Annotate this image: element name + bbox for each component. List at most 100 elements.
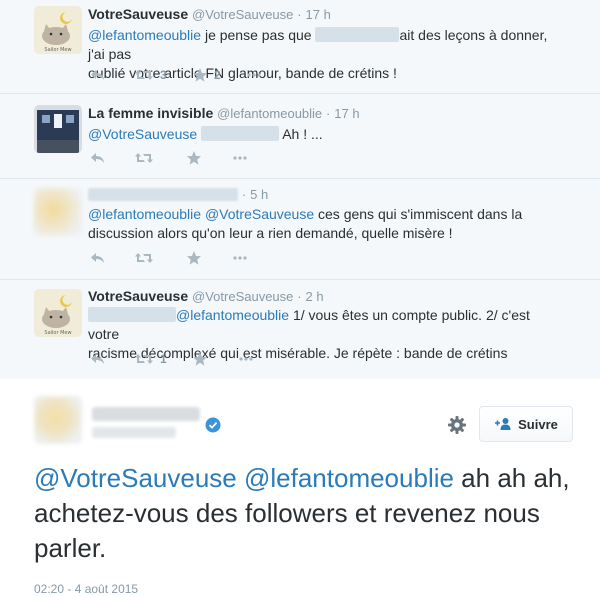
- redacted-text: [315, 27, 400, 42]
- retweet-icon: [134, 150, 154, 166]
- separator: ·: [326, 106, 331, 121]
- favorite-button[interactable]: [186, 250, 202, 266]
- separator: ·: [297, 289, 302, 304]
- user-name[interactable]: La femme invisible: [88, 105, 213, 121]
- mention-link[interactable]: @lefantomeoublie: [244, 463, 454, 493]
- more-icon: [246, 67, 262, 83]
- more-button[interactable]: [232, 150, 248, 166]
- reply-button[interactable]: [90, 351, 106, 367]
- pusheen-avatar-image: Sailor Mew: [34, 289, 82, 337]
- reply-button[interactable]: [90, 67, 106, 83]
- tweet-time[interactable]: 17 h: [334, 106, 359, 121]
- more-icon: [232, 250, 248, 266]
- user-handle[interactable]: @VotreSauveuse: [192, 289, 293, 304]
- reply-icon: [90, 67, 106, 83]
- more-button[interactable]: [232, 250, 248, 266]
- tweet[interactable]: · 5 h @lefantomeoublie @VotreSauveuse ce…: [0, 180, 600, 280]
- tweet-text: @VotreSauveuse Ah ! ...: [88, 125, 558, 144]
- mention-link[interactable]: @VotreSauveuse: [88, 126, 197, 142]
- star-icon: [186, 150, 202, 166]
- tweet-text-part: Ah ! ...: [282, 126, 323, 142]
- tweet-header: · 5 h: [88, 186, 268, 202]
- favorite-button[interactable]: [192, 351, 208, 367]
- favorite-button[interactable]: [186, 150, 202, 166]
- separator: ·: [241, 187, 247, 202]
- retweet-icon: [134, 67, 154, 83]
- mention-link[interactable]: @lefantomeoublie: [88, 206, 201, 222]
- more-icon: [232, 150, 248, 166]
- svg-text:Sailor Mew: Sailor Mew: [44, 330, 71, 336]
- tweet-text-part: ah ah ah,: [453, 463, 570, 493]
- tweet[interactable]: Sailor Mew VotreSauveuse @VotreSauveuse …: [0, 281, 600, 379]
- retweet-button[interactable]: [134, 250, 154, 266]
- more-icon: [238, 351, 254, 367]
- star-icon: [186, 250, 202, 266]
- tweet[interactable]: Sailor Mew VotreSauveuse @VotreSauveuse …: [0, 0, 600, 94]
- reply-icon: [90, 150, 106, 166]
- reply-icon: [90, 250, 106, 266]
- retweet-icon: [134, 250, 154, 266]
- tweet-timestamp[interactable]: 02:20 - 4 août 2015: [34, 582, 138, 596]
- avatar[interactable]: Sailor Mew: [34, 289, 82, 337]
- avatar[interactable]: [34, 188, 82, 236]
- mention-link[interactable]: @lefantomeoublie: [176, 307, 289, 323]
- window-avatar-image: [34, 105, 82, 153]
- user-name[interactable]: VotreSauveuse: [88, 288, 188, 304]
- follow-button[interactable]: Suivre: [479, 406, 573, 442]
- reply-button[interactable]: [90, 250, 106, 266]
- tweet-time[interactable]: 2 h: [306, 289, 324, 304]
- tweet-text-part: je pense pas que: [201, 27, 316, 43]
- svg-text:Sailor Mew: Sailor Mew: [44, 47, 71, 53]
- tweet-actions: 3 2: [90, 65, 290, 85]
- tweet-text-part: parler.: [34, 533, 107, 563]
- tweet-header: La femme invisible @lefantomeoublie · 17…: [88, 105, 360, 121]
- redacted-text: [88, 307, 176, 322]
- avatar[interactable]: Sailor Mew: [34, 6, 82, 54]
- user-handle[interactable]: @lefantomeoublie: [217, 106, 322, 121]
- user-name[interactable]: VotreSauveuse: [88, 6, 188, 22]
- main-tweet: Suivre @VotreSauveuse @lefantomeoublie a…: [0, 379, 600, 597]
- tweet-text-part: ces gens qui s'immiscent dans la: [314, 206, 523, 222]
- tweet-time[interactable]: 17 h: [306, 7, 331, 22]
- tweet-actions: [90, 148, 276, 168]
- redacted-text: [201, 126, 280, 141]
- tweet-text-part: discussion alors qu'on leur a rien deman…: [88, 225, 453, 241]
- retweet-icon: [134, 351, 154, 367]
- follow-user-icon: [495, 418, 511, 430]
- favorite-button[interactable]: 2: [192, 67, 224, 83]
- redacted-user: [88, 188, 238, 201]
- retweet-count: 3: [160, 68, 167, 82]
- mention-link[interactable]: @VotreSauveuse: [34, 463, 237, 493]
- more-button[interactable]: [246, 67, 262, 83]
- avatar[interactable]: [34, 396, 82, 444]
- reply-icon: [90, 351, 106, 367]
- star-icon: [192, 67, 208, 83]
- tweet-text: @lefantomeoublie @VotreSauveuse ces gens…: [88, 205, 558, 243]
- more-button[interactable]: [238, 351, 254, 367]
- tweet-header: VotreSauveuse @VotreSauveuse · 2 h: [88, 288, 324, 304]
- tweet[interactable]: La femme invisible @lefantomeoublie · 17…: [0, 95, 600, 179]
- follow-label: Suivre: [518, 416, 558, 432]
- separator: ·: [297, 7, 302, 22]
- reply-button[interactable]: [90, 150, 106, 166]
- favorite-count: 2: [214, 68, 221, 82]
- main-tweet-text: @VotreSauveuse @lefantomeoublie ah ah ah…: [34, 461, 579, 566]
- tweet-time[interactable]: 5 h: [250, 187, 268, 202]
- mention-link[interactable]: @VotreSauveuse: [205, 206, 314, 222]
- avatar[interactable]: [34, 105, 82, 153]
- redacted-user-name: [92, 407, 200, 421]
- gear-icon[interactable]: [447, 415, 467, 435]
- tweet-actions: 1: [90, 349, 282, 369]
- tweet-actions: [90, 248, 276, 268]
- mention-link[interactable]: @lefantomeoublie: [88, 27, 201, 43]
- pusheen-avatar-image: Sailor Mew: [34, 6, 82, 54]
- retweet-count: 1: [160, 352, 167, 366]
- star-icon: [192, 351, 208, 367]
- user-handle[interactable]: @VotreSauveuse: [192, 7, 293, 22]
- verified-badge-icon: [205, 417, 221, 433]
- retweet-button[interactable]: 1: [134, 351, 170, 367]
- redacted-user-handle: [92, 427, 176, 438]
- retweet-button[interactable]: 3: [134, 67, 170, 83]
- tweet-text-part: achetez-vous des followers et revenez no…: [34, 498, 540, 528]
- retweet-button[interactable]: [134, 150, 154, 166]
